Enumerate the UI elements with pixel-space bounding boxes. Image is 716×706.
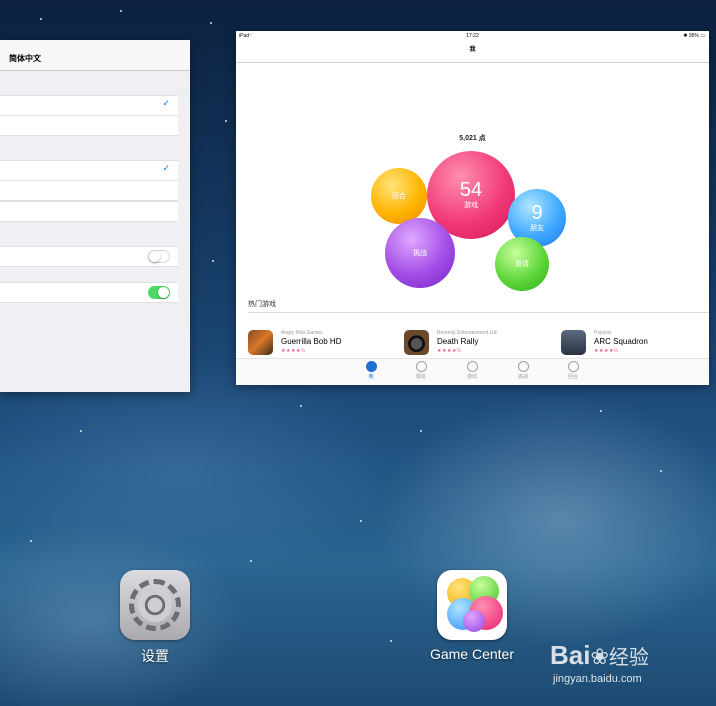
turns-bubble[interactable]: 回合 — [371, 168, 427, 224]
points-label: 5,021 点 — [459, 135, 486, 142]
tab-turns[interactable]: 回合 — [561, 361, 585, 380]
status-time: 17:22 — [466, 33, 479, 39]
game-thumbnail-icon — [404, 330, 429, 355]
toggle-switch-on[interactable] — [148, 286, 170, 299]
turns-icon — [567, 361, 579, 372]
settings-row-7[interactable] — [0, 282, 178, 303]
settings-row-2[interactable] — [0, 115, 178, 136]
divider — [248, 312, 709, 313]
popular-games-title: 热门游戏 — [248, 301, 276, 308]
settings-row-3[interactable]: ✓ — [0, 160, 178, 181]
game-center-app-label: Game Center — [429, 646, 515, 662]
tab-friends[interactable]: 朋友 — [409, 361, 433, 380]
page-title: 我 — [236, 41, 709, 63]
paw-icon: ❀ — [590, 644, 609, 669]
checkmark-icon: ✓ — [162, 98, 170, 108]
games-icon — [466, 361, 478, 372]
rating-stars: ★★★★½ — [437, 348, 462, 354]
rating-stars: ★★★★½ — [594, 348, 619, 354]
game-thumbnail-icon — [561, 330, 586, 355]
checkmark-icon: ✓ — [162, 163, 170, 173]
game-center-app-icon[interactable] — [437, 570, 507, 640]
tab-me[interactable]: 我 — [359, 361, 383, 380]
settings-app-card[interactable]: 简体中文 ✓ ✓ — [0, 40, 190, 392]
toggle-switch-off[interactable] — [148, 250, 170, 263]
settings-app-label: 设置 — [141, 648, 169, 664]
settings-nav-title: 简体中文 — [0, 40, 190, 71]
friends-icon — [415, 361, 427, 372]
rating-stars: ★★★★½ — [281, 348, 306, 354]
person-icon — [365, 361, 377, 372]
settings-app-icon[interactable] — [120, 570, 190, 640]
game-center-app-card[interactable]: iPad ◜ 17:22 ✱ 95% ▭ 我 5,021 点 回合 54 游戏 … — [236, 31, 709, 385]
game-thumbnail-icon — [248, 330, 273, 355]
settings-row-5[interactable] — [0, 201, 178, 222]
invite-bubble[interactable]: 邀请 — [495, 237, 549, 291]
status-bar: iPad ◜ 17:22 ✱ 95% ▭ — [236, 31, 709, 41]
settings-row-6[interactable] — [0, 246, 178, 267]
challenges-bubble[interactable]: 挑战 — [385, 218, 455, 288]
watermark-url: jingyan.baidu.com — [553, 673, 642, 685]
challenges-icon — [517, 361, 529, 372]
tab-bar: 我 朋友 游戏 挑战 回合 — [236, 358, 709, 385]
battery-indicator: ✱ 95% ▭ — [683, 33, 705, 39]
tab-games[interactable]: 游戏 — [460, 361, 484, 380]
battery-icon: ▭ — [700, 33, 705, 39]
baidu-jingyan-watermark: Bai❀经验 — [550, 640, 649, 670]
settings-row-4[interactable] — [0, 180, 178, 201]
tab-challenges[interactable]: 挑战 — [511, 361, 535, 380]
settings-row-1[interactable]: ✓ — [0, 95, 178, 116]
